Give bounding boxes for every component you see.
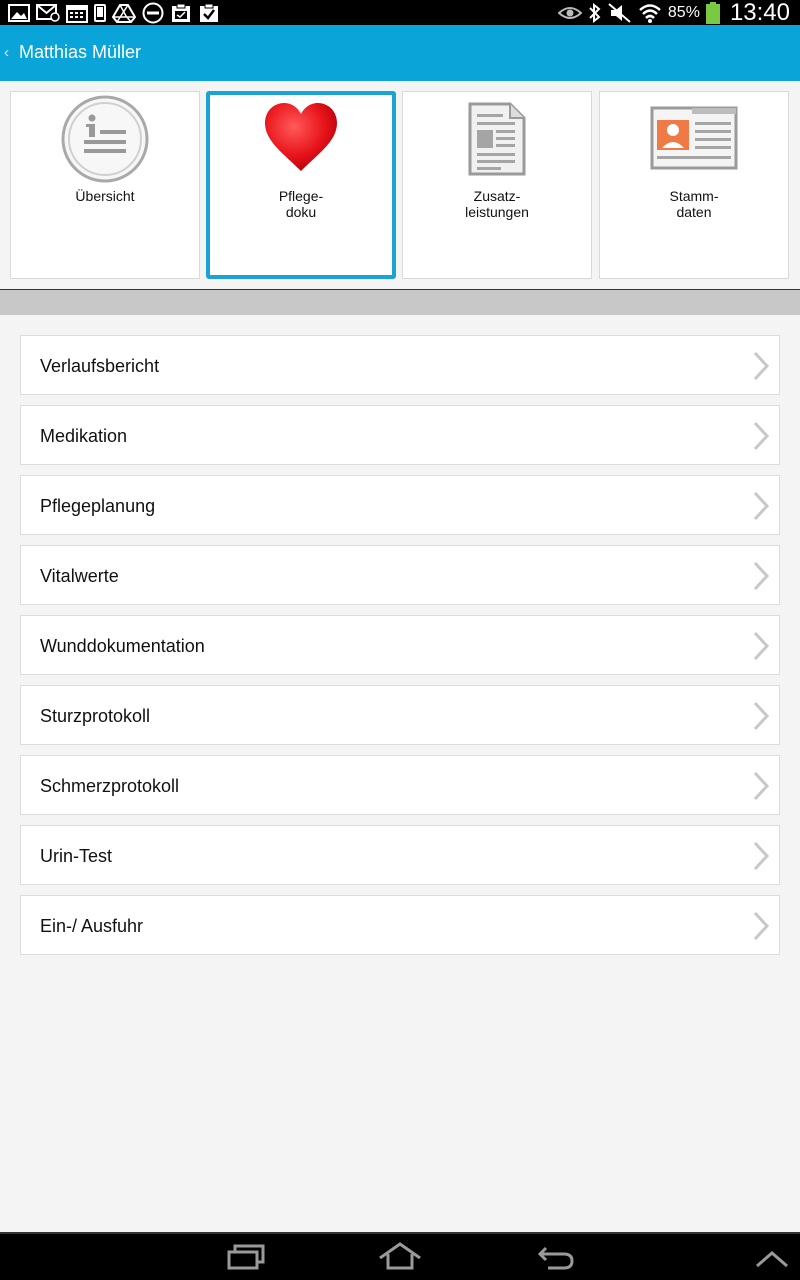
- patient-name-title[interactable]: Matthias Müller: [19, 42, 141, 63]
- list-item-label: Urin-Test: [40, 846, 113, 866]
- tile-label: Übersicht: [11, 188, 199, 204]
- expand-up-icon[interactable]: [754, 1248, 790, 1270]
- tile-label-line: Stamm-: [669, 188, 719, 204]
- menu-item-medikation[interactable]: Medikation: [20, 405, 780, 465]
- list-item-label: Verlaufsbericht: [40, 356, 160, 376]
- list-item-label: Vitalwerte: [40, 566, 119, 586]
- info-list-icon: [61, 95, 149, 183]
- tile-pflegedoku[interactable]: Pflege- doku: [206, 91, 396, 279]
- screen: 85% 13:40 ‹ Matthias Müller Übersicht Pf…: [0, 0, 800, 1280]
- heart-icon: [265, 103, 337, 171]
- system-nav-bar: [0, 1232, 800, 1280]
- list-item-label: Pflegeplanung: [40, 496, 156, 516]
- drive-icon: [112, 3, 136, 23]
- menu-item-urin-test[interactable]: Urin-Test: [20, 825, 780, 885]
- list-item-label: Ein-/ Ausfuhr: [40, 916, 144, 936]
- list-item-label: Sturzprotokoll: [40, 706, 151, 726]
- tile-label-line: Übersicht: [75, 188, 135, 204]
- wifi-icon: [639, 3, 661, 23]
- pflegedoku-menu-list: Verlaufsbericht Medikation Pflegeplanung…: [20, 335, 780, 965]
- tile-zusatzleistungen[interactable]: Zusatz- leistungen: [402, 91, 592, 279]
- notification-icons: [8, 2, 220, 23]
- battery-icon: [705, 1, 720, 24]
- id-card-icon: [650, 106, 738, 170]
- clock: 13:40: [729, 0, 790, 26]
- clipboard-check-icon: [200, 3, 218, 22]
- tile-label-line: Pflege-: [278, 188, 324, 204]
- system-status: 85% 13:40: [557, 0, 790, 26]
- action-bar: ‹ Matthias Müller: [0, 25, 800, 81]
- image-icon: [8, 3, 30, 22]
- menu-item-verlaufsbericht[interactable]: Verlaufsbericht: [20, 335, 780, 395]
- bluetooth-icon: [589, 2, 601, 23]
- menu-item-schmerzprotokoll[interactable]: Schmerzprotokoll: [20, 755, 780, 815]
- status-bar: 85% 13:40: [0, 0, 800, 26]
- chevron-right-icon: [753, 421, 770, 451]
- chevron-right-icon: [753, 491, 770, 521]
- list-item-label: Schmerzprotokoll: [40, 776, 180, 796]
- menu-item-sturzprotokoll[interactable]: Sturzprotokoll: [20, 685, 780, 745]
- tile-label: Pflege- doku: [210, 188, 392, 220]
- recent-apps-icon[interactable]: [226, 1240, 266, 1274]
- tile-uebersicht[interactable]: Übersicht: [10, 91, 200, 279]
- section-divider: [0, 289, 800, 315]
- mute-icon: [608, 2, 631, 23]
- back-chevron-icon[interactable]: ‹: [4, 44, 9, 61]
- tile-label-line: doku: [285, 204, 317, 220]
- chevron-right-icon: [753, 771, 770, 801]
- section-tiles: Übersicht Pflege- doku Zusatz- leistunge…: [0, 81, 800, 289]
- list-item-label: Medikation: [40, 426, 128, 446]
- do-not-disturb-icon: [142, 2, 164, 23]
- tile-label: Zusatz- leistungen: [403, 188, 591, 220]
- menu-item-pflegeplanung[interactable]: Pflegeplanung: [20, 475, 780, 535]
- chevron-right-icon: [753, 911, 770, 941]
- chevron-right-icon: [753, 701, 770, 731]
- list-item-label: Wunddokumentation: [40, 636, 205, 656]
- phone-icon: [94, 3, 106, 22]
- menu-item-wunddokumentation[interactable]: Wunddokumentation: [20, 615, 780, 675]
- back-icon[interactable]: [536, 1240, 576, 1274]
- chevron-right-icon: [753, 841, 770, 871]
- home-icon[interactable]: [378, 1240, 422, 1274]
- mail-icon: [36, 3, 60, 22]
- tile-label-line: daten: [676, 204, 712, 220]
- document-icon: [468, 102, 526, 176]
- tile-label: Stamm- daten: [600, 188, 788, 220]
- battery-percent: 85%: [667, 3, 700, 21]
- tile-label-line: Zusatz-: [473, 188, 521, 204]
- chevron-right-icon: [753, 351, 770, 381]
- menu-item-ein-ausfuhr[interactable]: Ein-/ Ausfuhr: [20, 895, 780, 955]
- tile-label-line: leistungen: [465, 204, 529, 220]
- eye-icon: [557, 6, 582, 19]
- chevron-right-icon: [753, 561, 770, 591]
- menu-item-vitalwerte[interactable]: Vitalwerte: [20, 545, 780, 605]
- clipboard-icon: [172, 3, 190, 22]
- tile-stammdaten[interactable]: Stamm- daten: [599, 91, 789, 279]
- calendar-icon: [66, 4, 88, 23]
- chevron-right-icon: [753, 631, 770, 661]
